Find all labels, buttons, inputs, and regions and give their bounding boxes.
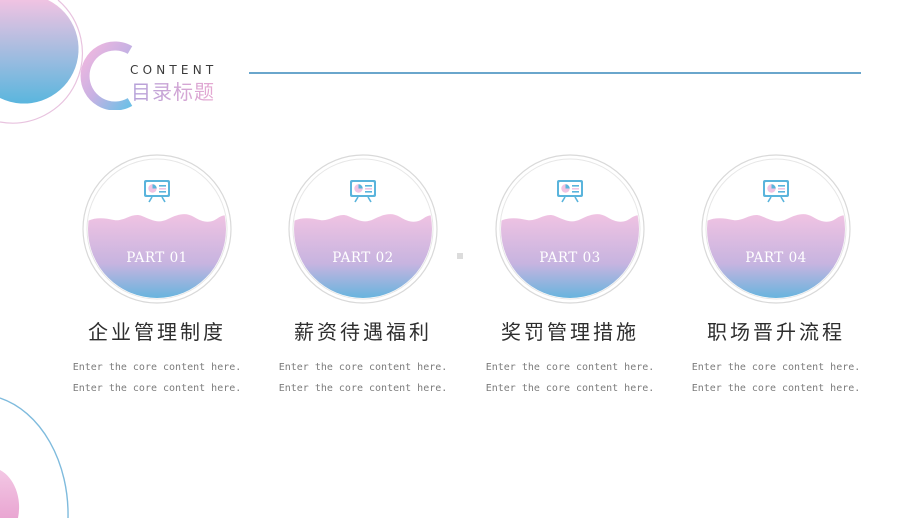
header-subtitle: CONTENT bbox=[130, 63, 218, 77]
item-title: 职场晋升流程 bbox=[707, 320, 845, 344]
item-description-line-2: Enter the core content here. bbox=[485, 383, 655, 394]
part-label: PART 04 bbox=[745, 250, 807, 266]
header-divider bbox=[249, 72, 861, 74]
part-label: PART 02 bbox=[332, 250, 394, 266]
part-label: PART 01 bbox=[126, 250, 188, 266]
item-description-line-2: Enter the core content here. bbox=[691, 383, 861, 394]
wave-circle-graphic bbox=[82, 154, 232, 304]
part-circle: PART 03 bbox=[495, 154, 645, 304]
wave-circle-graphic bbox=[288, 154, 438, 304]
item-description-line-1: Enter the core content here. bbox=[485, 362, 655, 373]
part-circle: PART 01 bbox=[82, 154, 232, 304]
part-circle: PART 02 bbox=[288, 154, 438, 304]
agenda-item-3[interactable]: PART 03 奖罚管理措施 Enter the core content he… bbox=[485, 154, 655, 404]
agenda-item-4[interactable]: PART 04 职场晋升流程 Enter the core content he… bbox=[691, 154, 861, 404]
item-title: 奖罚管理措施 bbox=[501, 320, 639, 344]
header-title: 目录标题 bbox=[131, 76, 215, 105]
wave-circle-graphic bbox=[701, 154, 851, 304]
item-description-line-2: Enter the core content here. bbox=[278, 383, 448, 394]
item-title: 企业管理制度 bbox=[88, 320, 226, 344]
item-title: 薪资待遇福利 bbox=[294, 320, 432, 344]
agenda-item-1[interactable]: PART 01 企业管理制度 Enter the core content he… bbox=[72, 154, 242, 404]
item-description-line-1: Enter the core content here. bbox=[691, 362, 861, 373]
part-circle: PART 04 bbox=[701, 154, 851, 304]
item-description-line-1: Enter the core content here. bbox=[72, 362, 242, 373]
agenda-item-2[interactable]: PART 02 薪资待遇福利 Enter the core content he… bbox=[278, 154, 448, 404]
wave-circle-graphic bbox=[495, 154, 645, 304]
item-description-line-1: Enter the core content here. bbox=[278, 362, 448, 373]
part-label: PART 03 bbox=[539, 250, 601, 266]
item-description-line-2: Enter the core content here. bbox=[72, 383, 242, 394]
placeholder-dot bbox=[457, 253, 463, 259]
header-c-logo bbox=[80, 41, 133, 110]
